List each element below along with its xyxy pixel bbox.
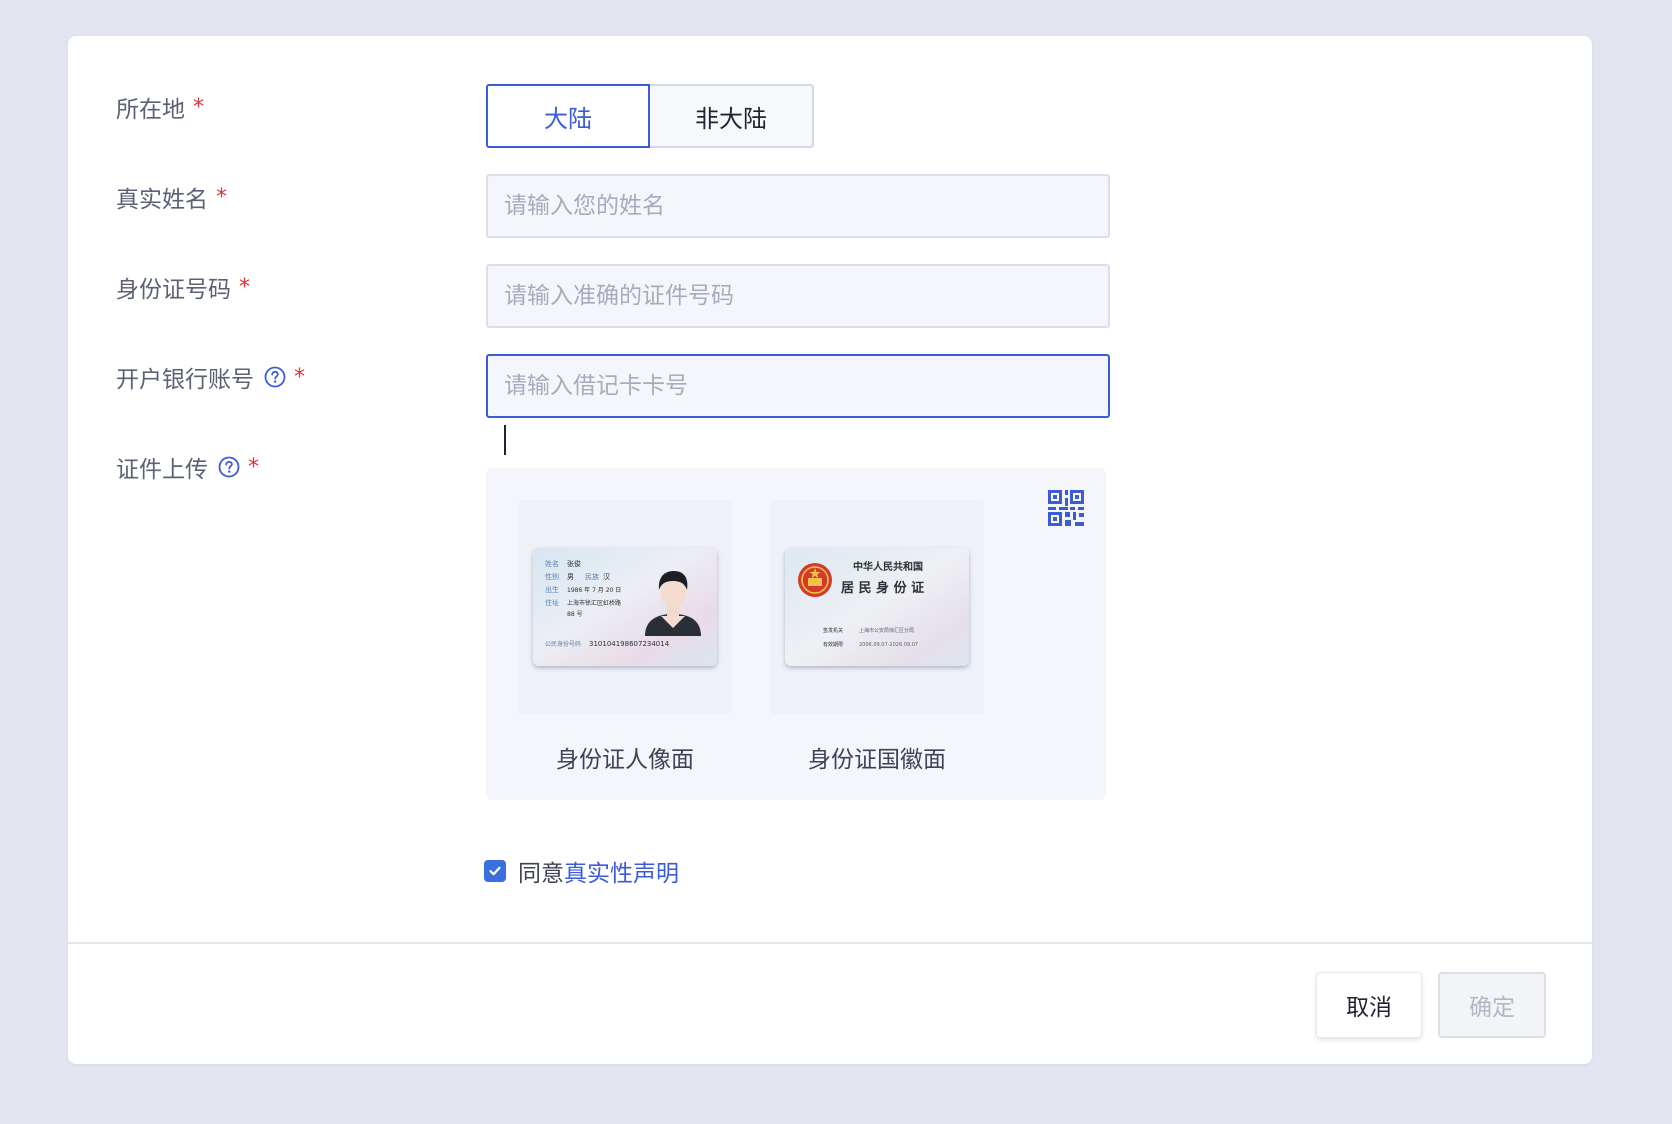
real-name-input[interactable] [486, 174, 1110, 238]
card-authority: 上海市公安局徐汇区分局 [859, 627, 914, 634]
required-mark: * [294, 364, 305, 390]
card-ethnicity: 汉 [603, 573, 610, 581]
card-id-key: 公民身份号码 [545, 640, 581, 648]
confirm-button[interactable]: 确定 [1438, 972, 1546, 1038]
id-number-label: 身份证号码 * [116, 271, 250, 304]
bank-account-label: 开户银行账号 * [116, 361, 305, 394]
card-birth: 1986 年 7 月 20 日 [567, 586, 621, 594]
agreement-checkbox[interactable] [484, 860, 506, 882]
agreement-row: 同意 真实性声明 [484, 854, 679, 888]
cancel-button[interactable]: 取消 [1316, 972, 1422, 1038]
card-gender-key: 性别 [545, 572, 559, 581]
qr-code-icon[interactable] [1046, 488, 1086, 528]
card-validity-key: 有效期限 [823, 641, 843, 648]
id-card-back-image: 中华人民共和国 居 民 身 份 证 签发机关 上海市公安局徐汇区分局 有效期限 … [785, 548, 969, 666]
location-option-non-mainland[interactable]: 非大陆 [650, 84, 814, 148]
location-segmented-control: 大陆 非大陆 [486, 84, 814, 148]
required-mark: * [216, 184, 227, 210]
check-icon [489, 866, 501, 876]
bank-account-input[interactable] [486, 354, 1110, 418]
real-name-label: 真实姓名 * [116, 181, 227, 214]
card-country: 中华人民共和国 [853, 560, 923, 573]
upload-label-text: 证件上传 [116, 457, 208, 483]
upload-label: 证件上传 * [116, 451, 259, 484]
id-upload-area: 姓名 性别 民族 出生 住址 公民身份号码 张俊 男 汉 1986 年 7 月 … [486, 468, 1106, 800]
id-front-label: 身份证人像面 [556, 747, 694, 773]
required-mark: * [248, 454, 259, 480]
kyc-form-card: 所在地 * 大陆 非大陆 真实姓名 * 身份证号码 * 开户银行账号 * 证件上… [68, 36, 1592, 1064]
card-id-number: 310104198607234014 [589, 640, 670, 648]
required-mark: * [193, 94, 204, 120]
card-title: 居 民 身 份 证 [841, 580, 924, 596]
national-emblem-icon [798, 563, 832, 597]
help-circle-icon[interactable] [218, 456, 240, 478]
card-address-key: 住址 [545, 598, 559, 607]
location-label: 所在地 * [116, 91, 204, 124]
card-name-key: 姓名 [545, 559, 559, 568]
card-validity: 2006.09.07-2026.09.07 [859, 642, 918, 648]
footer-divider [68, 942, 1592, 944]
card-name: 张俊 [567, 559, 581, 568]
id-back-label: 身份证国徽面 [808, 747, 946, 773]
card-address: 上海市徐汇区虹桥路 [567, 599, 621, 607]
card-ethnicity-key: 民族 [585, 572, 599, 581]
card-authority-key: 签发机关 [823, 627, 843, 634]
required-mark: * [239, 274, 250, 300]
id-number-input[interactable] [486, 264, 1110, 328]
text-caret [504, 425, 506, 455]
help-circle-icon[interactable] [264, 366, 286, 388]
location-label-text: 所在地 [116, 97, 185, 123]
agreement-text: 同意 [518, 861, 564, 887]
id-front-upload[interactable]: 姓名 性别 民族 出生 住址 公民身份号码 张俊 男 汉 1986 年 7 月 … [518, 500, 732, 714]
id-back-upload[interactable]: 中华人民共和国 居 民 身 份 证 签发机关 上海市公安局徐汇区分局 有效期限 … [770, 500, 984, 714]
authenticity-statement-link[interactable]: 真实性声明 [564, 854, 679, 888]
card-address-line2: 88 号 [567, 611, 583, 618]
id-number-label-text: 身份证号码 [116, 277, 231, 303]
id-card-front-image: 姓名 性别 民族 出生 住址 公民身份号码 张俊 男 汉 1986 年 7 月 … [533, 548, 717, 666]
card-birth-key: 出生 [545, 585, 559, 594]
bank-account-label-text: 开户银行账号 [116, 367, 254, 393]
card-gender: 男 [567, 573, 574, 581]
location-option-mainland[interactable]: 大陆 [486, 84, 650, 148]
real-name-label-text: 真实姓名 [116, 187, 208, 213]
